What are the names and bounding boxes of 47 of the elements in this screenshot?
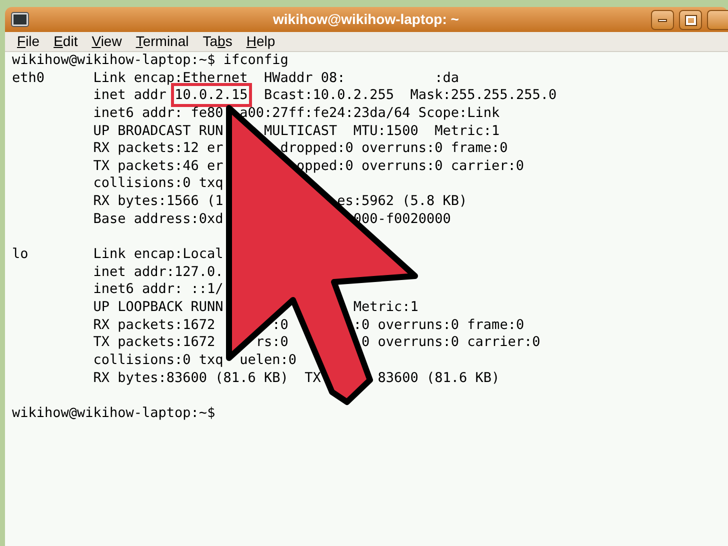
output-text: Metric:1 <box>353 298 418 315</box>
menu-item[interactable]: Edit <box>54 31 78 52</box>
output-text: Base address:0xd <box>93 210 224 227</box>
output-text: Bcast:10.0.2.255 Mask:255.255.255.0 <box>264 87 557 104</box>
output-text: rs:0 <box>256 334 288 350</box>
menu-item[interactable]: Help <box>246 31 276 52</box>
output-text: TX packets:46 er <box>93 158 224 174</box>
output-text: uelen:0 <box>240 352 296 368</box>
command-line: wikihow@wikihow-laptop:~$ <box>12 404 216 422</box>
output-text: UP LOOPBACK RUNN <box>93 298 224 315</box>
output-text: Link encap:Local <box>93 246 224 262</box>
output-text: RX packets:12 er <box>93 140 224 156</box>
output-text: es:5962 (5.8 KB) <box>337 193 468 210</box>
output-text: RX bytes:1566 (1 <box>93 193 224 210</box>
output-text: RX bytes:83600 (81.6 KB) TX <box>93 370 321 386</box>
command-line: wikihow@wikihow-laptop:~$ ifconfig <box>12 52 288 70</box>
output-text: collisions:0 txq <box>93 175 224 192</box>
output-text: dropped:0 overruns:0 frame:0 <box>280 140 508 156</box>
output-text: UP BROADCAST RUN <box>93 122 224 139</box>
menu-item[interactable]: View <box>92 31 122 52</box>
output-text: inet addr:127.0. <box>93 264 224 280</box>
output-text: inet6 addr: fe80 <box>93 104 224 121</box>
output-text: a00:27ff:fe24:23da/64 Scope:Link <box>240 104 500 121</box>
output-text: 000-f0020000 <box>353 210 451 227</box>
output-text: :0 overruns:0 frame:0 <box>353 316 524 333</box>
output-text: MULTICAST MTU:1500 Metric:1 <box>264 122 500 139</box>
output-text: 0 overruns:0 carrier:0 <box>362 334 540 350</box>
interface-name: eth0 <box>12 70 45 86</box>
output-text: TX packets:1672 <box>93 334 216 350</box>
output-text: inet addr <box>93 87 166 104</box>
output-text: opped:0 overruns:0 carrier:0 <box>296 158 524 174</box>
output-text: inet6 addr: ::1/ <box>93 281 224 298</box>
close-button[interactable] <box>707 10 728 30</box>
minimize-button[interactable] <box>651 10 674 30</box>
output-text: RX packets:1672 <box>93 316 216 333</box>
window-title: wikihow@wikihow-laptop: ~ <box>272 11 460 28</box>
interface-name: lo <box>12 246 28 262</box>
menu-item[interactable]: File <box>17 31 40 52</box>
terminal-icon <box>11 12 29 27</box>
output-text: Link encap:Ethernet HWaddr 08: <box>93 70 346 86</box>
output-text: 83600 (81.6 KB) <box>378 370 500 386</box>
menu-item[interactable]: Tabs <box>202 31 232 52</box>
output-text: :0 <box>272 316 288 333</box>
maximize-button[interactable] <box>679 10 702 30</box>
menu-item[interactable]: Terminal <box>136 31 189 52</box>
output-text: :da <box>434 70 460 86</box>
output-text: collisions:0 txq <box>93 352 224 368</box>
